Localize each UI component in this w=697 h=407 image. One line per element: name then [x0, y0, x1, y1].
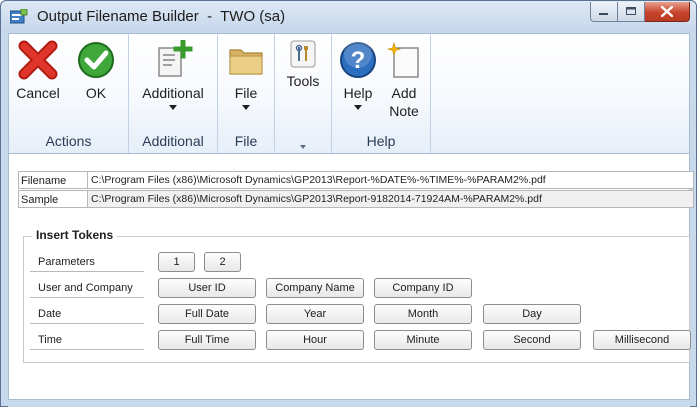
caption-buttons — [590, 2, 690, 23]
tools-button[interactable]: Tools — [280, 40, 326, 90]
window-frame: Output Filename Builder - TWO (sa) Cance… — [0, 0, 697, 407]
token-row-user-company: User and Company User ID Company Name Co… — [30, 278, 693, 299]
red-x-icon — [18, 40, 58, 80]
ribbon-group-additional: Additional Additional — [129, 34, 218, 153]
ribbon-group-actions: Cancel OK Actions — [9, 34, 129, 153]
cancel-button-label: Cancel — [16, 85, 60, 101]
help-button[interactable]: ? Help — [336, 40, 380, 110]
ribbon-group-help: ? Help Add Note Help — [332, 34, 431, 153]
additional-button-label: Additional — [142, 85, 204, 101]
token-row-label: Time — [30, 330, 144, 350]
chevron-down-icon — [354, 105, 362, 110]
add-note-label-line2: Note — [389, 103, 419, 119]
ribbon-group-label-help: Help — [366, 133, 396, 149]
close-window-button[interactable] — [645, 2, 690, 22]
sample-field: C:\Program Files (x86)\Microsoft Dynamic… — [87, 190, 694, 208]
chevron-down-icon — [169, 105, 177, 110]
window-title: Output Filename Builder - TWO (sa) — [37, 8, 286, 25]
tools-icon — [290, 40, 316, 68]
day-button[interactable]: Day — [483, 304, 581, 324]
ok-button[interactable]: OK — [71, 40, 121, 102]
hour-button[interactable]: Hour — [266, 330, 364, 350]
sample-row: Sample C:\Program Files (x86)\Microsoft … — [18, 190, 694, 208]
ribbon-group-label-actions: Actions — [45, 133, 92, 149]
close-icon — [661, 6, 673, 17]
help-icon: ? — [340, 40, 376, 78]
company-name-button[interactable]: Company Name — [266, 278, 364, 298]
file-button[interactable]: File — [222, 40, 270, 110]
company-id-button[interactable]: Company ID — [374, 278, 472, 298]
maximize-button[interactable] — [618, 2, 645, 22]
chevron-down-icon[interactable] — [300, 145, 306, 149]
param-1-button[interactable]: 1 — [158, 252, 195, 272]
user-id-button[interactable]: User ID — [158, 278, 256, 298]
token-row-label: Date — [30, 304, 144, 324]
file-button-label: File — [234, 85, 258, 101]
main-panel: Filename C:\Program Files (x86)\Microsof… — [8, 154, 694, 400]
ok-button-label: OK — [85, 85, 107, 101]
minimize-icon — [599, 12, 608, 15]
insert-tokens-group: Insert Tokens Parameters 1 2 User and Co… — [23, 228, 693, 363]
month-button[interactable]: Month — [374, 304, 472, 324]
title-bar[interactable]: Output Filename Builder - TWO (sa) — [1, 1, 696, 33]
token-row-parameters: Parameters 1 2 — [30, 252, 693, 273]
token-row-label: Parameters — [30, 252, 144, 272]
ribbon-group-file: File File — [218, 34, 275, 153]
ribbon: Cancel OK Actions Additional Additional … — [8, 33, 690, 154]
additional-button[interactable]: Additional — [133, 40, 213, 110]
token-row-date: Date Full Date Year Month Day — [30, 304, 693, 325]
document-add-icon — [158, 40, 193, 77]
token-row-label: User and Company — [30, 278, 144, 298]
insert-tokens-title: Insert Tokens — [32, 228, 118, 242]
add-note-icon — [386, 41, 419, 78]
minute-button[interactable]: Minute — [374, 330, 472, 350]
chevron-down-icon — [242, 105, 250, 110]
second-button[interactable]: Second — [483, 330, 581, 350]
add-note-label-line1: Add — [391, 85, 417, 101]
token-row-time: Time Full Time Hour Minute Second Millis… — [30, 330, 693, 351]
green-check-icon — [78, 42, 114, 78]
cancel-button[interactable]: Cancel — [13, 40, 63, 102]
svg-text:?: ? — [351, 47, 366, 74]
help-button-label: Help — [343, 85, 373, 101]
tools-button-label: Tools — [286, 73, 320, 89]
add-note-button[interactable]: Add Note — [382, 40, 426, 120]
filename-row: Filename C:\Program Files (x86)\Microsof… — [18, 171, 694, 189]
ribbon-group-label-file: File — [234, 133, 258, 149]
full-date-button[interactable]: Full Date — [158, 304, 256, 324]
ribbon-group-tools: Tools — [275, 34, 332, 153]
millisecond-button[interactable]: Millisecond — [593, 330, 691, 350]
full-time-button[interactable]: Full Time — [158, 330, 256, 350]
param-2-button[interactable]: 2 — [204, 252, 241, 272]
sample-label: Sample — [18, 190, 87, 208]
year-button[interactable]: Year — [266, 304, 364, 324]
folder-icon — [229, 49, 263, 75]
app-icon — [10, 9, 28, 24]
maximize-icon — [625, 7, 636, 15]
filename-label: Filename — [18, 171, 87, 189]
window-bottom-border — [8, 401, 690, 407]
filename-field[interactable]: C:\Program Files (x86)\Microsoft Dynamic… — [87, 171, 694, 189]
minimize-button[interactable] — [590, 2, 618, 22]
ribbon-group-label-additional: Additional — [142, 133, 204, 149]
